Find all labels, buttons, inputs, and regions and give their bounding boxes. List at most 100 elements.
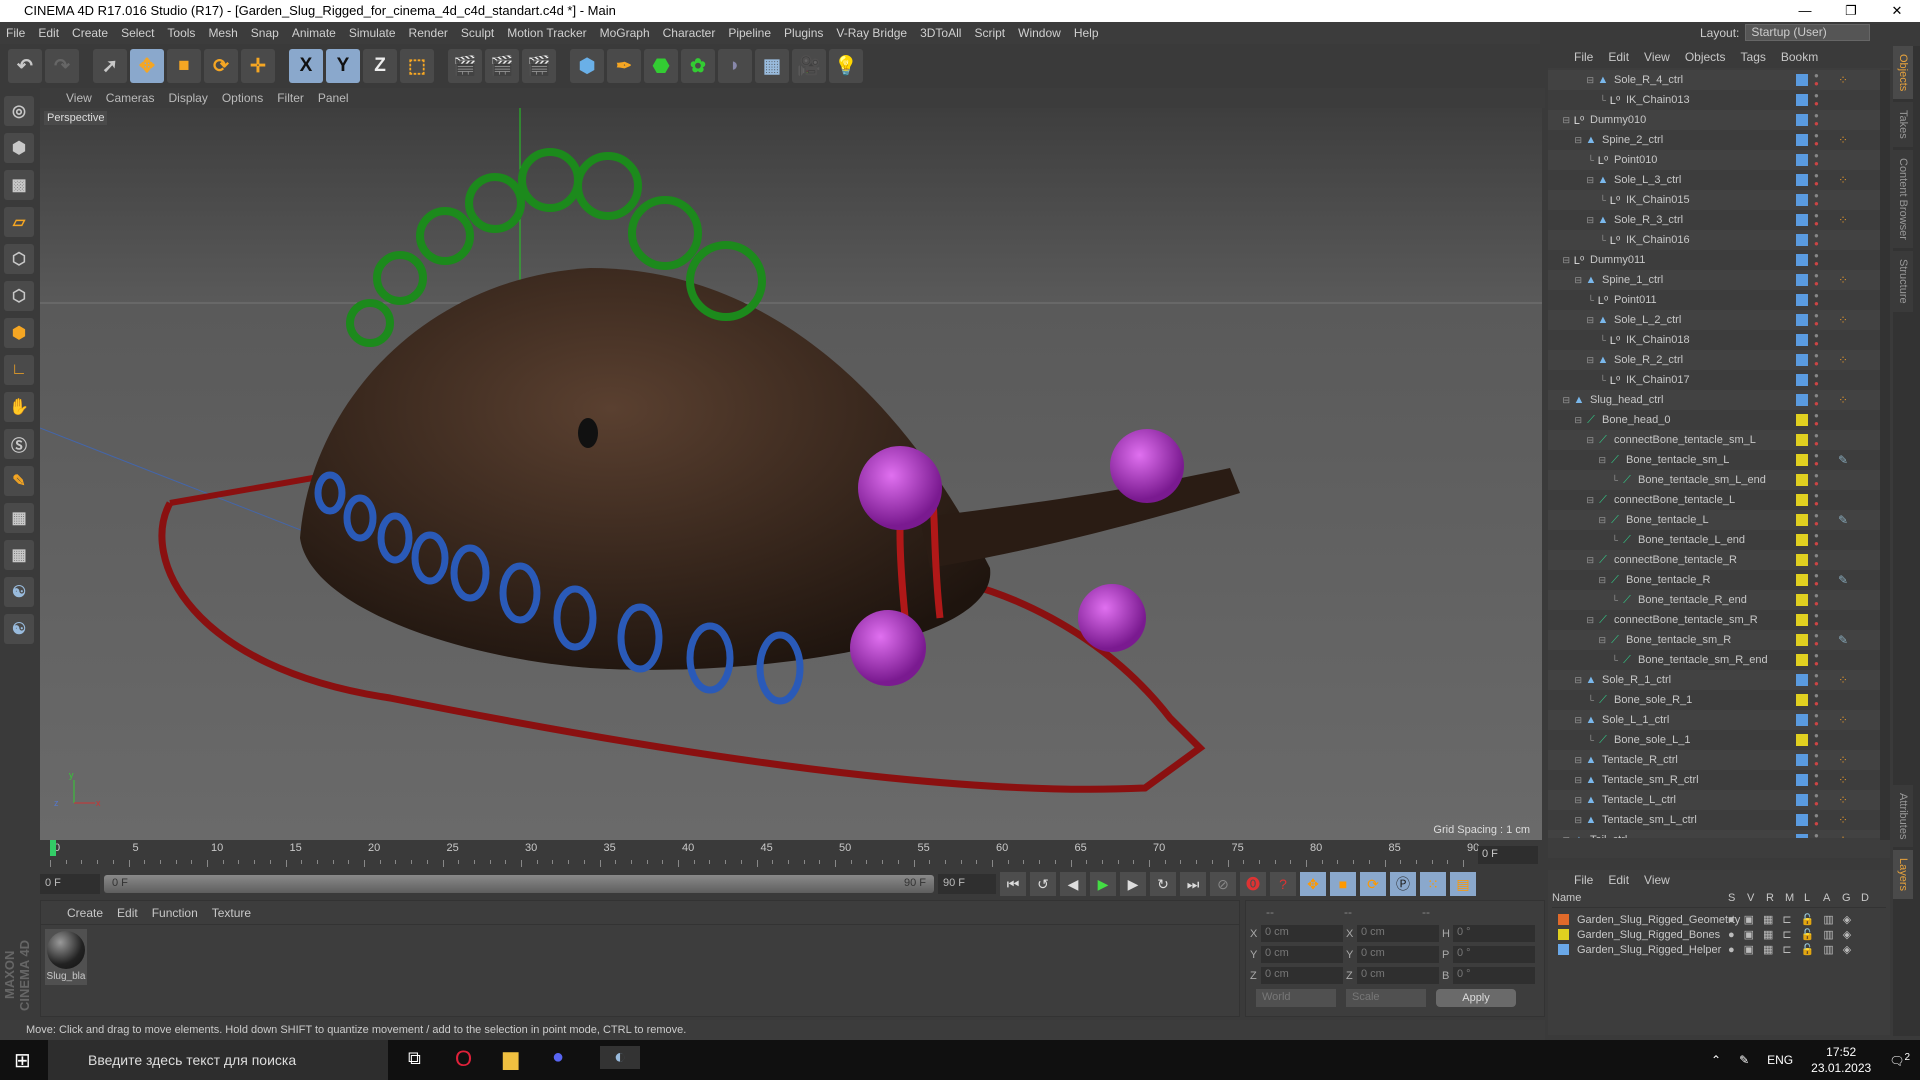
tree-expander[interactable]: └ (1548, 535, 1620, 545)
polygons-mode-icon[interactable]: ⬢ (4, 318, 34, 348)
axis-icon[interactable]: ∟ (4, 355, 34, 385)
edges-mode-icon[interactable]: ⬡ (4, 281, 34, 311)
tree-expander[interactable]: └ (1548, 95, 1608, 105)
layer-color-swatch[interactable] (1796, 534, 1808, 546)
layer-row[interactable]: Garden_Slug_Rigged_Geometrty ●▣▦⊏🔓▥◈ (1558, 912, 1851, 927)
coord-field[interactable]: 0 cm (1261, 925, 1343, 942)
coordinate-system-icon[interactable]: ⬚ (400, 49, 434, 83)
layout-dropdown[interactable]: Startup (User) (1745, 24, 1871, 41)
object-row[interactable]: ⊟ ⟋ connectBone_tentacle_R ● ● (1548, 550, 1880, 570)
subdivision-icon[interactable]: ⬣ (644, 49, 678, 83)
object-row[interactable]: ⊟ ⟋ connectBone_tentacle_sm_L ● ● (1548, 430, 1880, 450)
visibility-dots[interactable]: ●● (1814, 332, 1819, 348)
menu-mograph[interactable]: MoGraph (600, 26, 650, 40)
close-button[interactable]: ✕ (1874, 0, 1920, 22)
menu-help[interactable]: Help (1074, 26, 1099, 40)
coord-field[interactable]: 0 ° (1453, 946, 1535, 963)
tree-expander[interactable]: ⊟ (1548, 355, 1596, 366)
visibility-dots[interactable]: ●● (1814, 472, 1819, 488)
tree-expander[interactable]: ⊟ (1548, 835, 1572, 839)
world-dropdown[interactable]: World (1256, 989, 1336, 1007)
layer-color-swatch[interactable] (1796, 114, 1808, 126)
array-icon[interactable]: ✿ (681, 49, 715, 83)
visibility-dots[interactable]: ●● (1814, 792, 1819, 808)
tree-expander[interactable]: ⊟ (1548, 315, 1596, 326)
tweak-icon[interactable]: ✋ (4, 392, 34, 422)
layer-color-swatch[interactable] (1796, 194, 1808, 206)
play-icon[interactable]: ▶ (1090, 872, 1116, 896)
cinema4d-taskbar-icon[interactable]: ◐ (600, 1046, 640, 1069)
object-row[interactable]: ⊟▲ Tail_ctrl ●● ⁘ (1548, 830, 1880, 838)
layer-flags[interactable]: ●▣▦⊏🔓▥◈ (1728, 913, 1860, 926)
visibility-dots[interactable]: ●● (1814, 312, 1819, 328)
object-row[interactable]: ⊟ ⟋ Bone_tentacle_sm_L ● ● ✎ (1548, 450, 1880, 470)
tree-expander[interactable]: ⊟ (1548, 395, 1572, 406)
constraint-tag-icon[interactable]: ⁘ (1838, 833, 1848, 838)
viewport-menu-display[interactable]: Display (168, 91, 207, 105)
ik-tag-icon[interactable]: ✎ (1838, 633, 1848, 647)
layer-column-a[interactable]: A (1823, 892, 1842, 907)
menu-render[interactable]: Render (409, 26, 448, 40)
y-axis-lock[interactable]: Y (326, 49, 360, 83)
layer-column-s[interactable]: S (1728, 892, 1747, 907)
object-scrollbar[interactable] (1880, 70, 1890, 840)
object-row[interactable]: ⊟ ▲ Tentacle_L_ctrl ● ● ⁘ (1548, 790, 1880, 810)
z-axis-lock[interactable]: Z (363, 49, 397, 83)
object-row[interactable]: ⊟ ⟋ Bone_head_0 ● ● (1548, 410, 1880, 430)
timeline-ruler[interactable]: 0 5 10 15 20 25 30 35 40 45 50 55 60 65 70 75 80 85 90 (50, 840, 1479, 868)
python-script-icon[interactable]: ☯ (4, 614, 34, 644)
menu-window[interactable]: Window (1018, 26, 1061, 40)
scale-dropdown[interactable]: Scale (1346, 989, 1426, 1007)
layer-color-swatch[interactable] (1796, 74, 1808, 86)
visibility-dots[interactable]: ●● (1814, 372, 1819, 388)
layer-color-swatch[interactable] (1796, 94, 1808, 106)
transform-tool[interactable]: ✛ (241, 49, 275, 83)
menu-motion-tracker[interactable]: Motion Tracker (507, 26, 586, 40)
layer-color-swatch[interactable] (1796, 694, 1808, 706)
undo-button[interactable]: ↶ (8, 49, 42, 83)
visibility-dots[interactable]: ●● (1814, 172, 1819, 188)
object-row[interactable]: ⊟ ▲ Sole_R_3_ctrl ● ● ⁘ (1548, 210, 1880, 230)
previous-key-icon[interactable]: ↺ (1030, 872, 1056, 896)
layer-color-swatch[interactable] (1796, 574, 1808, 586)
workplane-icon[interactable]: ▱ (4, 207, 34, 237)
x-axis-lock[interactable]: X (289, 49, 323, 83)
tree-expander[interactable]: └ (1548, 295, 1596, 305)
previous-frame-icon[interactable]: ◀ (1060, 872, 1086, 896)
layout-selector[interactable]: Layout: Startup (User) (1700, 24, 1871, 41)
object-row[interactable]: ⊟ ⟋ Bone_tentacle_L ● ● ✎ (1548, 510, 1880, 530)
object-row[interactable]: └ ⟋ Bone_tentacle_L_end ● ● (1548, 530, 1880, 550)
object-row[interactable]: └ ⟋ Bone_tentacle_sm_L_end ● ● (1548, 470, 1880, 490)
layer-column-l[interactable]: L (1804, 892, 1823, 907)
material-menu-create[interactable]: Create (67, 906, 103, 920)
layer-flags[interactable]: ●▣▦⊏🔓▥◈ (1728, 943, 1860, 956)
layer-menu-edit[interactable]: Edit (1608, 873, 1629, 887)
viewport-menu-view[interactable]: View (66, 91, 92, 105)
tree-expander[interactable]: ⊟ (1548, 755, 1584, 766)
object-menu-tags[interactable]: Tags (1741, 50, 1766, 64)
layer-color-swatch[interactable] (1796, 634, 1808, 646)
planar-workplane-icon[interactable]: ▦ (4, 540, 34, 570)
coord-field[interactable]: 0 ° (1453, 925, 1535, 942)
viewport-perspective[interactable]: y x z Perspective Grid Spacing : 1 cm (40, 108, 1542, 840)
opera-icon[interactable]: O (455, 1046, 472, 1072)
object-row[interactable]: └ ⟋ Bone_sole_L_1 ● ● (1548, 730, 1880, 750)
object-row[interactable]: └ ⟋ Bone_tentacle_sm_R_end ● ● (1548, 650, 1880, 670)
make-editable-icon[interactable]: ◎ (4, 96, 34, 126)
object-row[interactable]: └ ⟋ Bone_tentacle_R_end ● ● (1548, 590, 1880, 610)
constraint-tag-icon[interactable]: ⁘ (1838, 313, 1848, 327)
menu-file[interactable]: File (6, 26, 25, 40)
go-to-start-icon[interactable]: ⏮ (1000, 872, 1026, 896)
constraint-tag-icon[interactable]: ⁘ (1838, 353, 1848, 367)
material-menu-edit[interactable]: Edit (117, 906, 138, 920)
layer-color-swatch[interactable] (1796, 134, 1808, 146)
material-slug[interactable]: Slug_bla (45, 929, 87, 985)
menu-tools[interactable]: Tools (167, 26, 195, 40)
coord-field[interactable]: 0 ° (1453, 967, 1535, 984)
key-parameter-icon[interactable]: Ⓟ (1390, 872, 1416, 896)
object-row[interactable]: ⊟ ▲ Spine_1_ctrl ● ● ⁘ (1548, 270, 1880, 290)
layer-row[interactable]: Garden_Slug_Rigged_Bones ●▣▦⊏🔓▥◈ (1558, 927, 1851, 942)
object-row[interactable]: ⊟ L⁰ Dummy010 ● ● (1548, 110, 1880, 130)
layer-color-swatch[interactable] (1796, 834, 1808, 838)
points-mode-icon[interactable]: ⬡ (4, 244, 34, 274)
